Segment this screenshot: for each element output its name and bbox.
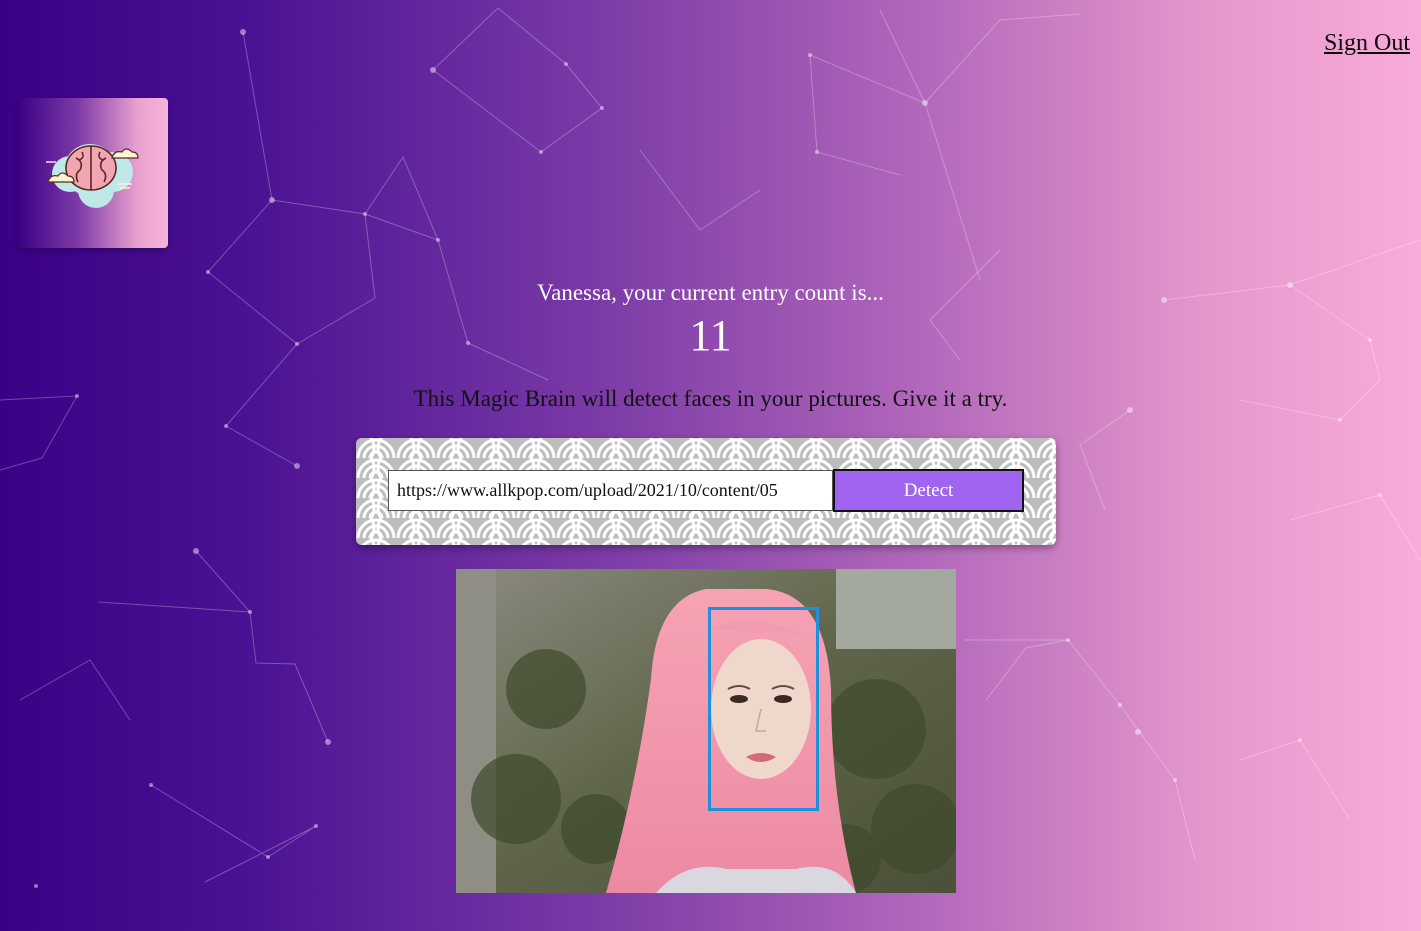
image-url-input[interactable] bbox=[388, 470, 833, 511]
logo-card[interactable] bbox=[18, 98, 168, 248]
image-url-form: Detect bbox=[356, 438, 1056, 545]
face-detection-image bbox=[456, 569, 956, 893]
entry-count-greeting: Vanessa, your current entry count is... bbox=[537, 280, 884, 305]
intro-text: This Magic Brain will detect faces in yo… bbox=[413, 386, 1008, 411]
face-bounding-box bbox=[708, 607, 819, 811]
detect-button[interactable]: Detect bbox=[833, 469, 1024, 512]
brain-icon bbox=[46, 144, 139, 208]
sign-out-link[interactable]: Sign Out bbox=[1324, 30, 1410, 57]
result-photo bbox=[456, 569, 956, 893]
entry-count-value: 11 bbox=[689, 311, 732, 360]
